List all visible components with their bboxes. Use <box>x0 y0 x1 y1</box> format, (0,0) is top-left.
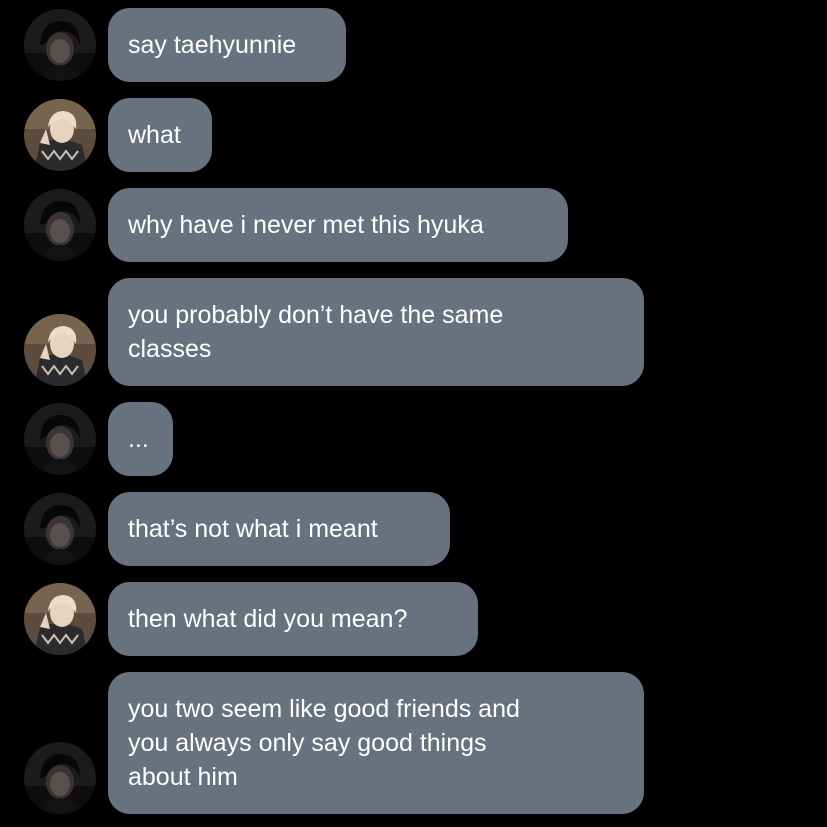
message-text: why have i never met this hyuka <box>128 211 484 239</box>
message-bubble[interactable]: you probably don’t have the same classes <box>108 278 644 386</box>
message-text: ... <box>128 425 149 453</box>
message-row: you two seem like good friends and you a… <box>0 672 827 814</box>
dark-hair-avatar-icon[interactable] <box>24 493 96 565</box>
message-bubble[interactable]: that’s not what i meant <box>108 492 450 566</box>
message-bubble[interactable]: why have i never met this hyuka <box>108 188 568 262</box>
blond-hair-avatar-icon[interactable] <box>24 314 96 386</box>
message-bubble[interactable]: then what did you mean? <box>108 582 478 656</box>
message-text: that’s not what i meant <box>128 515 378 543</box>
message-bubble[interactable]: say taehyunnie <box>108 8 346 82</box>
message-row: then what did you mean? <box>0 582 827 656</box>
message-row: you probably don’t have the same classes <box>0 278 827 386</box>
message-text: you two seem like good friends and you a… <box>128 695 520 791</box>
message-bubble[interactable]: what <box>108 98 212 172</box>
message-row: that’s not what i meant <box>0 492 827 566</box>
dark-hair-avatar-icon[interactable] <box>24 189 96 261</box>
dark-hair-avatar-icon[interactable] <box>24 742 96 814</box>
message-row: ... <box>0 402 827 476</box>
dark-hair-avatar-icon[interactable] <box>24 403 96 475</box>
message-bubble[interactable]: you two seem like good friends and you a… <box>108 672 644 814</box>
chat-thread: say taehyunnie what why have i never met… <box>0 0 827 827</box>
message-text: you probably don’t have the same classes <box>128 301 504 363</box>
message-row: what <box>0 98 827 172</box>
message-text: what <box>128 121 181 149</box>
message-bubble[interactable]: ... <box>108 402 173 476</box>
message-text: say taehyunnie <box>128 31 297 59</box>
dark-hair-avatar-icon[interactable] <box>24 9 96 81</box>
blond-hair-avatar-icon[interactable] <box>24 99 96 171</box>
blond-hair-avatar-icon[interactable] <box>24 583 96 655</box>
message-row: why have i never met this hyuka <box>0 188 827 262</box>
message-row: say taehyunnie <box>0 8 827 82</box>
message-text: then what did you mean? <box>128 605 408 633</box>
